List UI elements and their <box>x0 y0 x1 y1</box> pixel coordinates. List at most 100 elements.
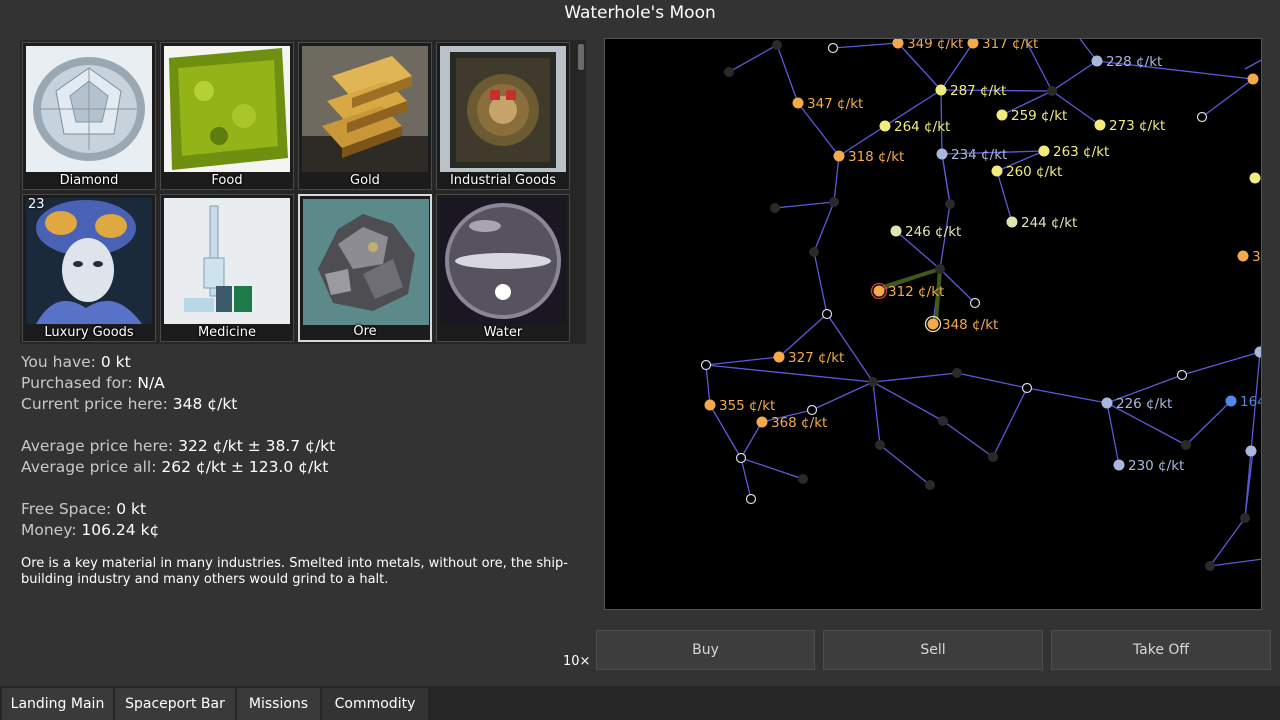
current-price-label: Current price here: <box>21 395 168 413</box>
map-canvas[interactable]: 349 ¢/kt 317 ¢/kt 228 ¢/kt 347 ¢/kt 287 ¢/kt… <box>605 39 1262 610</box>
system-node[interactable] <box>1006 216 1018 228</box>
system-price-label: 273 ¢/kt <box>1109 118 1165 134</box>
jump-lane <box>879 444 931 486</box>
system-node[interactable] <box>967 39 979 49</box>
system-price-label: 263 ¢/kt <box>1053 144 1109 160</box>
system-node[interactable] <box>1240 513 1250 523</box>
jump-lane <box>705 356 780 366</box>
commodity-label: Water <box>483 325 523 340</box>
system-node[interactable] <box>773 351 785 363</box>
system-node[interactable] <box>829 197 839 207</box>
takeoff-button[interactable]: Take Off <box>1051 630 1271 670</box>
commodity-medicine[interactable]: Medicine <box>160 194 294 342</box>
system-node[interactable] <box>724 67 734 77</box>
system-node[interactable] <box>1021 382 1033 394</box>
system-node[interactable] <box>809 247 819 257</box>
system-node[interactable] <box>890 225 902 237</box>
system-node[interactable] <box>1091 55 1103 67</box>
system-node[interactable] <box>827 42 839 54</box>
system-node[interactable] <box>770 203 780 213</box>
system-node[interactable] <box>1237 250 1249 262</box>
system-node[interactable] <box>1205 561 1215 571</box>
system-node[interactable] <box>792 97 804 109</box>
system-node[interactable] <box>875 440 885 450</box>
system-price-label: 164 <box>1240 394 1262 410</box>
system-node[interactable] <box>700 359 712 371</box>
buy-button[interactable]: Buy <box>596 630 815 670</box>
system-node[interactable] <box>735 452 747 464</box>
system-node[interactable] <box>938 416 948 426</box>
system-node[interactable] <box>798 474 808 484</box>
commodity-scrollbar[interactable] <box>576 40 586 344</box>
system-node[interactable] <box>969 297 981 309</box>
commodity-ore[interactable]: Ore <box>298 194 432 342</box>
qty-badge: 23 <box>28 197 45 212</box>
system-node[interactable] <box>1254 346 1263 358</box>
system-node[interactable] <box>1047 86 1057 96</box>
system-node[interactable] <box>1038 145 1050 157</box>
system-node[interactable] <box>868 377 878 387</box>
system-price-label: 312 ¢/kt <box>888 284 944 300</box>
system-node[interactable] <box>1247 73 1259 85</box>
tab-spaceport-bar[interactable]: Spaceport Bar <box>115 688 235 720</box>
system-node[interactable] <box>1176 369 1188 381</box>
tab-commodity[interactable]: Commodity <box>322 688 428 720</box>
money-value: 106.24 k¢ <box>81 521 160 539</box>
jump-lane <box>740 457 804 480</box>
system-node[interactable] <box>925 480 935 490</box>
system-node[interactable] <box>1113 459 1125 471</box>
tab-missions[interactable]: Missions <box>237 688 320 720</box>
sell-button[interactable]: Sell <box>823 630 1043 670</box>
system-price-label: 244 ¢/kt <box>1021 215 1077 231</box>
system-price-label: 260 ¢/kt <box>1006 164 1062 180</box>
jump-lane <box>872 381 881 446</box>
commodity-water[interactable]: Water <box>436 194 570 342</box>
avg-all-value: 262 ¢/kt ± 123.0 ¢/kt <box>161 458 329 476</box>
system-node[interactable] <box>991 165 1003 177</box>
galaxy-price-map[interactable]: 349 ¢/kt 317 ¢/kt 228 ¢/kt 347 ¢/kt 287 ¢/kt… <box>604 38 1262 610</box>
system-node[interactable] <box>806 404 818 416</box>
system-node[interactable] <box>1101 397 1113 409</box>
tab-landing-main[interactable]: Landing Main <box>2 688 113 720</box>
commodity-food[interactable]: Food <box>160 42 294 190</box>
system-node[interactable] <box>873 285 885 297</box>
system-price-label: 228 ¢/kt <box>1106 54 1162 70</box>
jump-lane <box>939 268 976 304</box>
system-node[interactable] <box>936 148 948 160</box>
system-node[interactable] <box>935 84 947 96</box>
system-node[interactable] <box>952 368 962 378</box>
system-price-label: 246 ¢/kt <box>905 224 961 240</box>
system-node[interactable] <box>833 150 845 162</box>
commodity-diamond[interactable]: Diamond <box>22 42 156 190</box>
system-node[interactable] <box>1225 395 1237 407</box>
system-node[interactable] <box>1196 111 1208 123</box>
system-node[interactable] <box>1094 119 1106 131</box>
jump-lane <box>826 313 874 383</box>
system-price-label: 230 ¢/kt <box>1128 458 1184 474</box>
system-node[interactable] <box>945 199 955 209</box>
avg-here-label: Average price here: <box>21 437 174 455</box>
commodity-industrial-goods[interactable]: Industrial Goods <box>436 42 570 190</box>
scrollbar-thumb[interactable] <box>578 44 584 70</box>
system-node[interactable] <box>704 399 716 411</box>
system-node[interactable] <box>756 416 768 428</box>
commodity-luxury-goods[interactable]: 23 Luxury Goods <box>22 194 156 342</box>
system-node[interactable] <box>1245 445 1257 457</box>
commodity-gold[interactable]: Gold <box>298 42 432 190</box>
current-price-value: 348 ¢/kt <box>172 395 238 413</box>
system-node[interactable] <box>935 264 945 274</box>
system-node[interactable] <box>879 120 891 132</box>
system-node[interactable] <box>996 109 1008 121</box>
purchased-value: N/A <box>137 374 165 392</box>
commodity-label: Medicine <box>197 325 257 340</box>
system-node[interactable] <box>927 318 939 330</box>
system-node[interactable] <box>821 308 833 320</box>
system-node[interactable] <box>1181 440 1191 450</box>
system-node[interactable] <box>1249 172 1261 184</box>
jump-lane <box>833 155 840 203</box>
system-node[interactable] <box>745 493 757 505</box>
industrial-goods-icon <box>440 46 566 172</box>
system-node[interactable] <box>988 452 998 462</box>
system-price-label: 355 ¢/kt <box>719 398 775 414</box>
system-node[interactable] <box>772 40 782 50</box>
